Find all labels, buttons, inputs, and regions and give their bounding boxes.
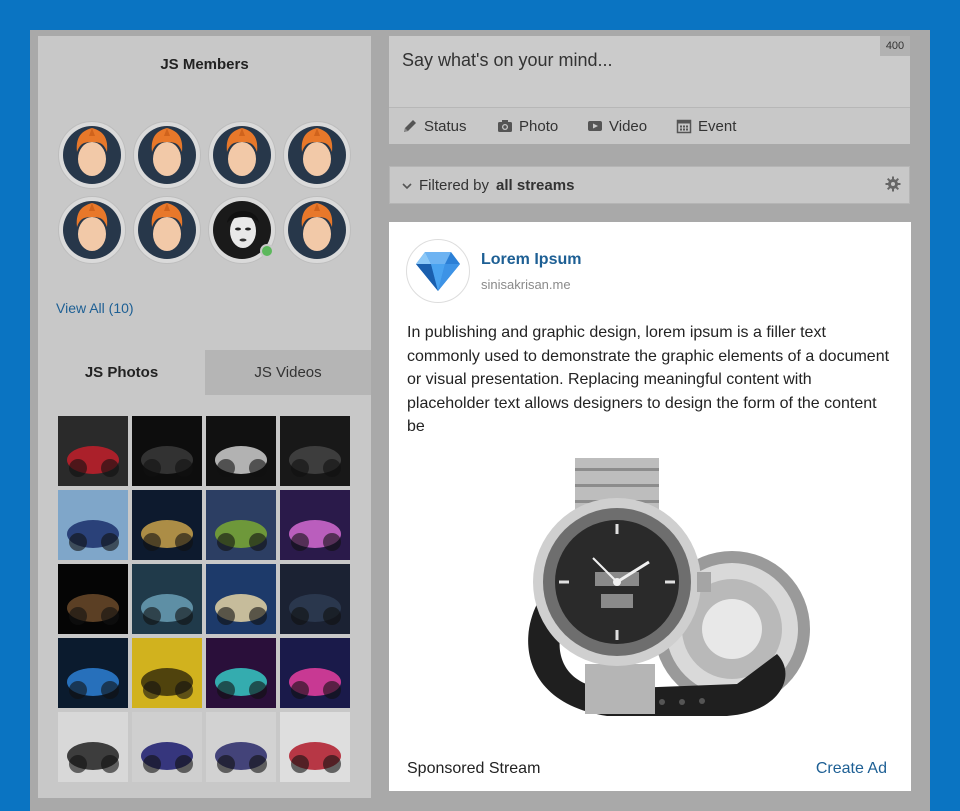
member-avatar[interactable] <box>208 196 276 264</box>
members-title: JS Members <box>160 56 249 73</box>
member-avatar[interactable] <box>283 196 351 264</box>
member-avatar[interactable] <box>58 196 126 264</box>
advertiser-name[interactable]: Lorem Ipsum <box>481 251 581 269</box>
ad-body-text: In publishing and graphic design, lorem … <box>407 324 890 435</box>
status-input[interactable]: Say what's on your mind... 400 <box>389 36 910 108</box>
default-avatar-icon <box>213 126 271 184</box>
default-avatar-icon <box>288 126 346 184</box>
member-avatar[interactable] <box>58 121 126 189</box>
photo-button[interactable]: Photo <box>497 108 558 144</box>
pencil-icon <box>404 120 416 132</box>
photo-thumbnail[interactable] <box>58 638 128 708</box>
photo-thumbnail[interactable] <box>58 712 128 782</box>
tab-videos[interactable]: JS Videos <box>205 350 371 395</box>
chevron-down-icon <box>402 182 412 189</box>
default-avatar-icon <box>63 126 121 184</box>
view-all-members-link[interactable]: View All (10) <box>56 300 134 316</box>
members-panel: JS Members View All (10) <box>38 36 371 361</box>
calendar-icon <box>676 119 692 134</box>
watch-image[interactable] <box>497 454 815 740</box>
member-avatar[interactable] <box>133 196 201 264</box>
advertiser-site: sinisakrisan.me <box>481 277 571 292</box>
char-counter: 400 <box>880 36 910 56</box>
filter-prefix: Filtered by <box>419 177 490 194</box>
default-avatar-icon <box>138 201 196 259</box>
event-button[interactable]: Event <box>676 108 736 144</box>
photo-thumbnail[interactable] <box>206 416 276 486</box>
member-avatar[interactable] <box>133 121 201 189</box>
member-avatar[interactable] <box>283 121 351 189</box>
online-indicator <box>260 244 274 258</box>
sponsored-post: Lorem Ipsum sinisakrisan.me In publishin… <box>389 222 911 791</box>
photo-thumbnail[interactable] <box>206 712 276 782</box>
video-label: Video <box>609 117 648 135</box>
default-avatar-icon <box>63 201 121 259</box>
photo-label: Photo <box>519 117 559 135</box>
photo-thumbnail[interactable] <box>280 564 350 634</box>
video-button[interactable]: Video <box>587 108 647 144</box>
photo-thumbnail[interactable] <box>206 638 276 708</box>
camera-icon <box>498 120 512 132</box>
tab-photos[interactable]: JS Photos <box>38 350 205 395</box>
photo-thumbnail[interactable] <box>206 490 276 560</box>
video-icon <box>588 121 602 131</box>
photo-thumbnail[interactable] <box>280 490 350 560</box>
photo-thumbnail[interactable] <box>132 712 202 782</box>
photo-thumbnail[interactable] <box>206 564 276 634</box>
status-button[interactable]: Status <box>402 108 467 144</box>
create-ad-link[interactable]: Create Ad <box>816 760 887 778</box>
photo-thumbnail[interactable] <box>280 712 350 782</box>
photo-thumbnail[interactable] <box>132 638 202 708</box>
sponsored-label: Sponsored Stream <box>407 760 541 777</box>
photo-thumbnail[interactable] <box>58 564 128 634</box>
photo-thumbnail[interactable] <box>280 416 350 486</box>
stream-page: JS Members View All (10) JS Photos JS Vi… <box>30 30 930 811</box>
filter-value: all streams <box>496 177 575 194</box>
photo-thumbnail[interactable] <box>58 490 128 560</box>
gear-icon[interactable] <box>885 176 901 192</box>
media-panel: JS Photos JS Videos <box>38 350 371 798</box>
default-avatar-icon <box>288 201 346 259</box>
diamond-icon <box>416 252 460 291</box>
status-placeholder: Say what's on your mind... <box>402 50 613 70</box>
member-avatar[interactable] <box>208 121 276 189</box>
event-label: Event <box>698 117 737 135</box>
photo-thumbnail[interactable] <box>280 638 350 708</box>
advertiser-avatar[interactable] <box>406 239 470 303</box>
status-label: Status <box>424 117 467 135</box>
photo-thumbnail[interactable] <box>132 564 202 634</box>
filter-label: Filtered by all streams <box>402 177 574 194</box>
composer-actions: Status Photo Video Event <box>389 108 910 144</box>
photo-thumbnail[interactable] <box>58 416 128 486</box>
stream-filter[interactable]: Filtered by all streams <box>389 166 910 204</box>
status-composer: Say what's on your mind... 400 Status Ph… <box>389 36 910 144</box>
default-avatar-icon <box>138 126 196 184</box>
photo-thumbnail[interactable] <box>132 490 202 560</box>
photo-thumbnail[interactable] <box>132 416 202 486</box>
